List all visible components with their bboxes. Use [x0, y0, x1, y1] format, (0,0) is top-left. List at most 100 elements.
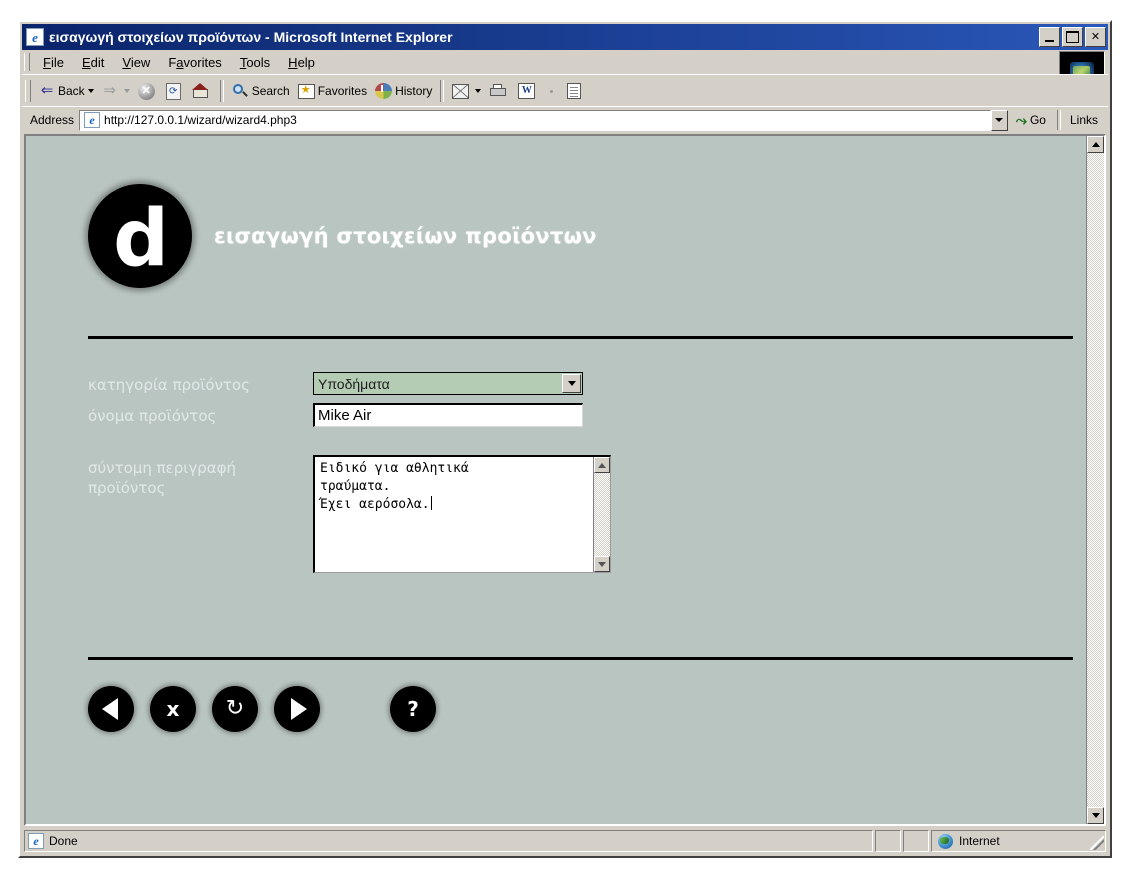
form-row-category: κατηγορία προϊόντος Υποδήματα: [88, 372, 1078, 395]
address-bar: Address e http://127.0.0.1/wizard/wizard…: [22, 106, 1108, 133]
triangle-right-icon: [290, 698, 307, 720]
page-title: εισαγωγή στοιχείων προϊόντων: [214, 224, 597, 248]
toolbar-separator: [219, 80, 224, 102]
menu-bar-grip[interactable]: [24, 53, 30, 71]
menu-item-view[interactable]: View: [113, 52, 159, 73]
category-select-value: Υποδήματα: [318, 375, 390, 392]
wizard-navigation: x ↻ ?: [88, 686, 452, 732]
form-row-name: όνομα προϊόντος Mike Air: [88, 403, 1078, 427]
page-scroll-down-icon[interactable]: [1087, 807, 1104, 824]
dot-icon: [546, 84, 556, 98]
menu-item-favorites[interactable]: Favorites: [159, 52, 230, 73]
toolbar-dot: [542, 78, 563, 104]
forward-button[interactable]: ⇒: [98, 78, 134, 104]
forward-arrow-icon: ⇒: [103, 82, 116, 99]
divider-top: [88, 336, 1073, 339]
history-icon: [375, 83, 393, 99]
next-button[interactable]: [274, 686, 320, 732]
page-content: d εισαγωγή στοιχείων προϊόντων κατηγορία…: [26, 136, 1086, 824]
description-textarea[interactable]: Ειδικό για αθλητικά τραύματα. Έχει αερόσ…: [313, 455, 611, 573]
product-name-input[interactable]: Mike Air: [313, 403, 583, 427]
go-button-label: Go: [1029, 113, 1046, 127]
resize-grip[interactable]: [1090, 836, 1104, 850]
screen: e εισαγωγή στοιχείων προϊόντων - Microso…: [0, 0, 1130, 874]
favorites-star-icon: [297, 83, 315, 99]
menu-item-file[interactable]: File: [34, 52, 73, 73]
address-separator: [1056, 110, 1061, 130]
cancel-button[interactable]: x: [150, 686, 196, 732]
search-button[interactable]: Search: [228, 78, 294, 104]
previous-button[interactable]: [88, 686, 134, 732]
menu-item-tools[interactable]: Tools: [231, 52, 279, 73]
mail-dropdown-icon[interactable]: [475, 89, 482, 93]
home-icon: [191, 83, 209, 99]
chevron-down-icon: [995, 118, 1004, 122]
status-page-icon: e: [28, 833, 44, 849]
history-button[interactable]: History: [371, 78, 436, 104]
form-row-description: σύντομη περιγραφή προϊόντος Ειδικό για α…: [88, 455, 1078, 573]
search-button-label: Search: [251, 84, 290, 98]
discuss-button[interactable]: [563, 78, 588, 104]
page-scroll-up-icon[interactable]: [1087, 136, 1104, 153]
back-dropdown-icon[interactable]: [87, 89, 94, 93]
label-category: κατηγορία προϊόντος: [88, 376, 250, 394]
search-icon: [232, 83, 249, 99]
status-cell-3: [903, 830, 929, 852]
maximize-button[interactable]: [1062, 27, 1083, 47]
status-cell-2: [875, 830, 901, 852]
page-header: d εισαγωγή στοιχείων προϊόντων: [88, 184, 597, 288]
toolbar-grip[interactable]: [25, 80, 31, 102]
textarea-scroll-track[interactable]: [594, 473, 610, 556]
reset-button[interactable]: ↻: [212, 686, 258, 732]
forward-dropdown-icon[interactable]: [123, 89, 130, 93]
status-bar: e Done Internet: [24, 830, 1106, 852]
label-description: σύντομη περιγραφή προϊόντος: [88, 459, 237, 497]
back-button[interactable]: ⇐ Back: [35, 78, 98, 104]
scroll-up-icon[interactable]: [594, 457, 610, 473]
home-button[interactable]: [188, 78, 216, 104]
edit-button[interactable]: W: [514, 78, 542, 104]
page-icon: e: [84, 112, 101, 128]
label-product-name: όνομα προϊόντος: [88, 407, 217, 425]
category-select[interactable]: Υποδήματα: [313, 372, 583, 395]
refresh-icon: ↻: [225, 696, 245, 721]
status-message-cell: e Done: [24, 830, 873, 852]
print-icon: [489, 83, 507, 99]
chevron-down-icon[interactable]: [562, 374, 581, 393]
navigation-toolbar: ⇐ Back ⇒ ✕ ⟳ Search ★ Favorites History …: [22, 74, 1108, 107]
close-button[interactable]: ✕: [1085, 27, 1106, 47]
print-button[interactable]: [485, 78, 514, 104]
menu-item-help[interactable]: Help: [279, 52, 324, 73]
word-edit-icon: W: [518, 83, 536, 99]
x-icon: x: [166, 697, 180, 721]
brand-logo-letter: d: [113, 194, 169, 284]
menu-item-edit[interactable]: Edit: [73, 52, 113, 73]
text-caret: [430, 496, 432, 510]
security-zone-cell: Internet: [931, 830, 1106, 852]
go-button[interactable]: ⤳ Go: [1008, 112, 1054, 129]
close-icon: ✕: [1090, 30, 1101, 43]
help-button[interactable]: ?: [390, 686, 436, 732]
page-scrollbar[interactable]: [1086, 136, 1104, 824]
divider-bottom: [88, 657, 1073, 660]
favorites-button[interactable]: Favorites: [294, 78, 371, 104]
question-mark-icon: ?: [407, 697, 419, 721]
back-button-label: Back: [58, 84, 85, 98]
scroll-down-icon[interactable]: [594, 556, 610, 572]
mail-icon: [452, 83, 470, 99]
status-message: Done: [49, 834, 78, 848]
menu-bar: File Edit View Favorites Tools Help: [22, 50, 1108, 95]
address-input[interactable]: e http://127.0.0.1/wizard/wizard4.php3: [79, 109, 991, 131]
address-dropdown-button[interactable]: [990, 109, 1008, 131]
triangle-left-icon: [101, 698, 118, 720]
page-scroll-track[interactable]: [1087, 153, 1104, 807]
minimize-button[interactable]: [1039, 27, 1060, 47]
favorites-button-label: Favorites: [317, 84, 368, 98]
stop-icon: ✕: [137, 82, 155, 100]
links-button[interactable]: Links: [1064, 113, 1108, 127]
ie-document-icon: e: [26, 28, 44, 46]
refresh-button[interactable]: ⟳: [162, 78, 188, 104]
mail-button[interactable]: [448, 78, 485, 104]
stop-button[interactable]: ✕: [134, 78, 162, 104]
textarea-scrollbar[interactable]: [593, 457, 610, 572]
